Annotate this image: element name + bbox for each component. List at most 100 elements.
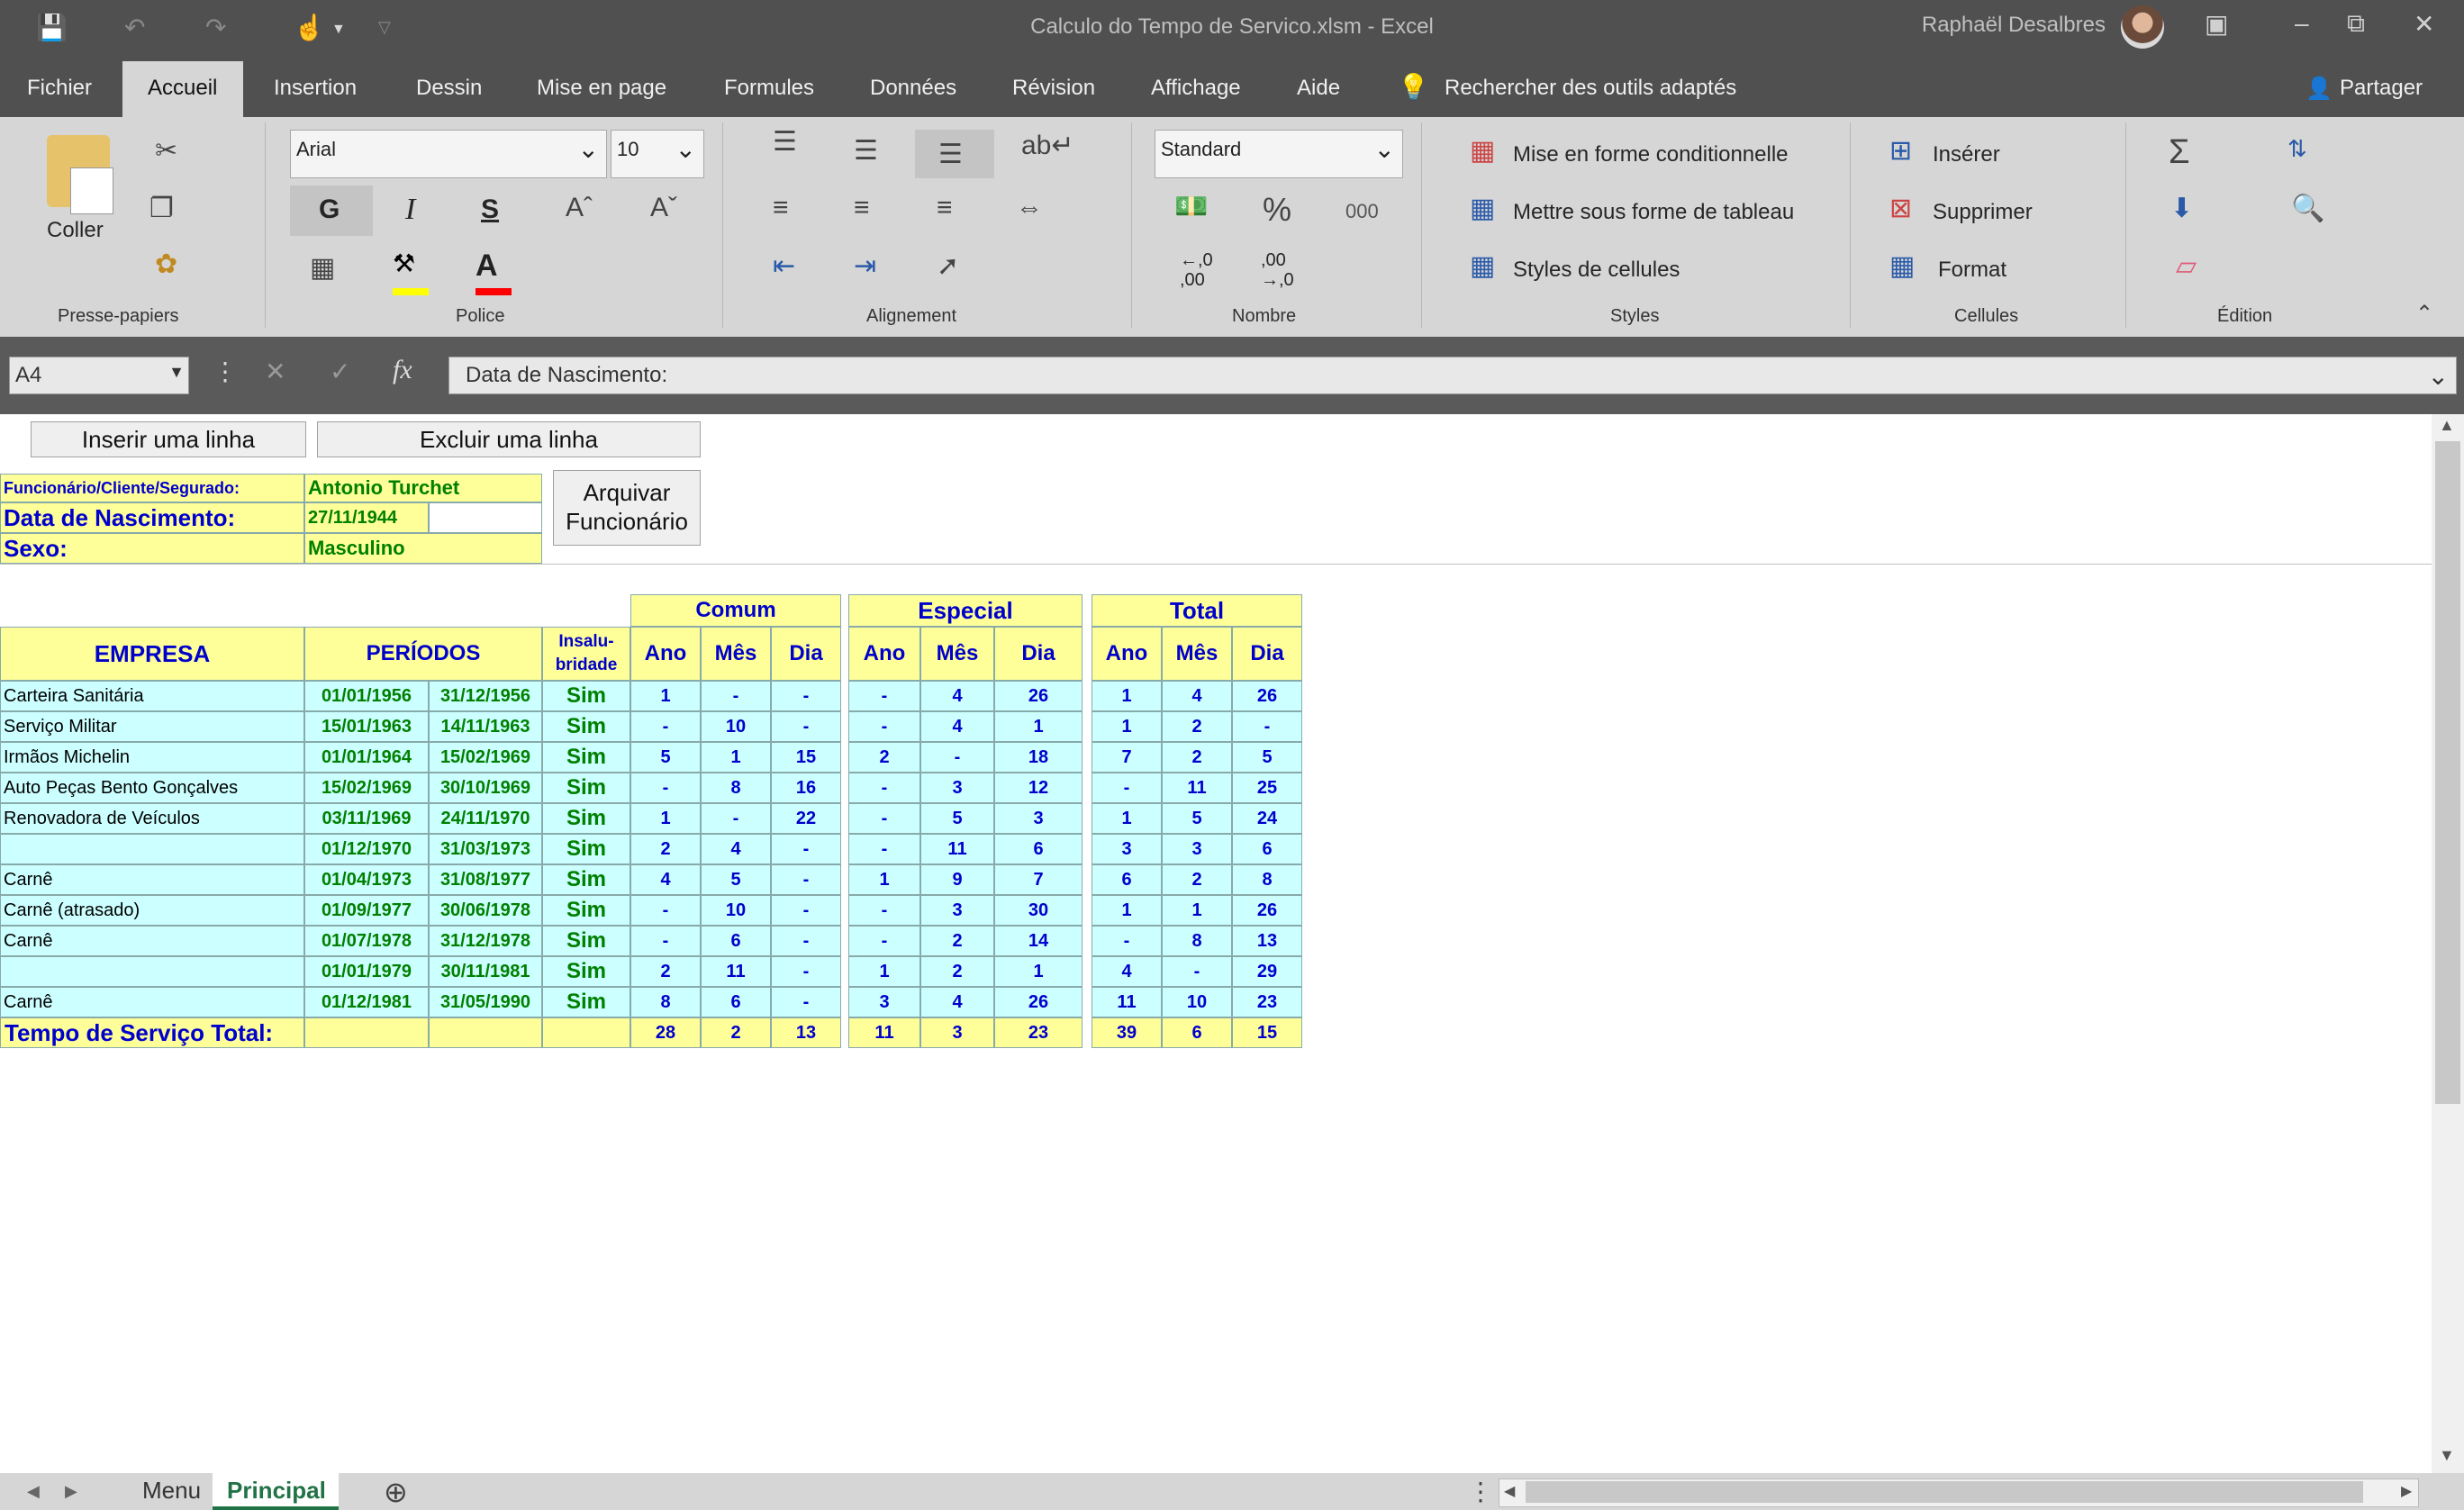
row-insalubridade[interactable]: Sim <box>542 773 630 803</box>
restore-icon[interactable]: ⧉ <box>2347 9 2365 39</box>
row-especial-value[interactable]: 3 <box>920 895 994 926</box>
format-button[interactable]: Format <box>1938 258 2007 283</box>
autosum-icon[interactable]: Σ <box>2169 133 2190 172</box>
row-total-value[interactable]: - <box>1092 773 1162 803</box>
row-comum-value[interactable]: - <box>630 895 701 926</box>
number-format-combo[interactable]: Standard ⌄ <box>1155 130 1403 178</box>
tab-dessin[interactable]: Dessin <box>416 76 482 101</box>
row-start-date[interactable]: 15/01/1963 <box>304 711 429 742</box>
decrease-font-icon[interactable]: Aˇ <box>650 193 677 223</box>
chevron-down-icon[interactable]: ⌄ <box>1374 134 1395 164</box>
paste-icon[interactable] <box>47 135 113 214</box>
row-empresa[interactable]: Carnê (atrasado) <box>0 895 304 926</box>
row-start-date[interactable]: 01/04/1973 <box>304 864 429 895</box>
row-especial-value[interactable]: 2 <box>920 956 994 987</box>
conditional-format-button[interactable]: Mise en forme conditionnelle <box>1513 142 1789 167</box>
row-end-date[interactable]: 30/10/1969 <box>429 773 542 803</box>
row-total-value[interactable]: 1 <box>1092 681 1162 711</box>
align-top-icon[interactable]: ☰ <box>773 126 797 158</box>
row-comum-value[interactable]: 8 <box>701 773 771 803</box>
row-especial-value[interactable]: - <box>920 742 994 773</box>
decrease-decimal-button[interactable]: ,00 →,0 <box>1261 250 1294 290</box>
row-end-date[interactable]: 31/03/1973 <box>429 834 542 864</box>
sheet-tab-principal[interactable]: Principal <box>227 1477 326 1505</box>
total-especial-value[interactable]: 11 <box>848 1017 920 1048</box>
row-insalubridade[interactable]: Sim <box>542 987 630 1017</box>
row-comum-value[interactable]: - <box>630 711 701 742</box>
row-start-date[interactable]: 01/12/1970 <box>304 834 429 864</box>
row-total-value[interactable]: 6 <box>1092 864 1162 895</box>
row-total-value[interactable]: 25 <box>1232 773 1302 803</box>
row-comum-value[interactable]: - <box>771 711 841 742</box>
row-especial-value[interactable]: - <box>848 803 920 834</box>
horizontal-scroll-thumb[interactable] <box>1526 1481 2363 1503</box>
row-comum-value[interactable]: 8 <box>630 987 701 1017</box>
paste-label[interactable]: Coller <box>47 218 104 243</box>
row-comum-value[interactable]: 10 <box>701 711 771 742</box>
archive-employee-button[interactable]: Arquivar Funcionário <box>553 470 701 546</box>
tab-donnees[interactable]: Données <box>870 76 956 101</box>
delete-cells-icon[interactable]: ⊠ <box>1889 193 1912 224</box>
total-total-value[interactable]: 39 <box>1092 1017 1162 1048</box>
tab-splitter-icon[interactable]: ⋮ <box>1468 1477 1493 1506</box>
cell-styles-button[interactable]: Styles de cellules <box>1513 258 1680 283</box>
row-empresa[interactable]: Carnê <box>0 926 304 956</box>
row-total-value[interactable]: 3 <box>1162 834 1232 864</box>
row-start-date[interactable]: 01/07/1978 <box>304 926 429 956</box>
row-comum-value[interactable]: 6 <box>701 926 771 956</box>
birth-value[interactable]: 27/11/1944 <box>304 502 429 533</box>
scroll-down-icon[interactable]: ▼ <box>2439 1446 2455 1465</box>
align-middle-icon[interactable]: ☰ <box>854 135 878 167</box>
name-box[interactable]: A4 ▼ <box>9 357 189 394</box>
cancel-icon[interactable]: ✕ <box>265 357 285 386</box>
row-empresa[interactable]: Carteira Sanitária <box>0 681 304 711</box>
row-comum-value[interactable]: - <box>630 773 701 803</box>
total-total-value[interactable]: 15 <box>1232 1017 1302 1048</box>
orientation-icon[interactable]: ➚ <box>937 250 959 282</box>
row-especial-value[interactable]: 11 <box>920 834 994 864</box>
row-comum-value[interactable]: 5 <box>701 864 771 895</box>
row-end-date[interactable]: 30/11/1981 <box>429 956 542 987</box>
row-start-date[interactable]: 01/09/1977 <box>304 895 429 926</box>
user-name[interactable]: Raphaël Desalbres <box>1922 13 2106 38</box>
row-insalubridade[interactable]: Sim <box>542 742 630 773</box>
row-especial-value[interactable]: 4 <box>920 987 994 1017</box>
chevron-down-icon[interactable]: ▼ <box>168 363 185 382</box>
row-comum-value[interactable]: 2 <box>630 956 701 987</box>
underline-button[interactable]: S <box>481 194 499 225</box>
row-especial-value[interactable]: 30 <box>994 895 1083 926</box>
scroll-right-icon[interactable]: ▶ <box>2401 1482 2412 1500</box>
next-sheet-icon[interactable]: ▶ <box>65 1482 77 1501</box>
row-comum-value[interactable]: 4 <box>630 864 701 895</box>
formula-input[interactable]: Data de Nascimento: ⌄ <box>448 357 2457 394</box>
row-empresa[interactable]: Carnê <box>0 987 304 1017</box>
row-comum-value[interactable]: 10 <box>701 895 771 926</box>
row-start-date[interactable]: 01/01/1956 <box>304 681 429 711</box>
share-button[interactable]: Partager <box>2340 76 2423 101</box>
row-comum-value[interactable]: 2 <box>630 834 701 864</box>
total-especial-value[interactable]: 23 <box>994 1017 1083 1048</box>
row-comum-value[interactable]: 5 <box>630 742 701 773</box>
row-empresa[interactable] <box>0 956 304 987</box>
row-total-value[interactable]: 11 <box>1092 987 1162 1017</box>
format-table-button[interactable]: Mettre sous forme de tableau <box>1513 200 1794 225</box>
row-especial-value[interactable]: - <box>848 926 920 956</box>
row-insalubridade[interactable]: Sim <box>542 864 630 895</box>
row-especial-value[interactable]: 7 <box>994 864 1083 895</box>
row-end-date[interactable]: 31/12/1956 <box>429 681 542 711</box>
sort-filter-icon[interactable]: ⇅ <box>2287 135 2307 163</box>
row-comum-value[interactable]: - <box>771 987 841 1017</box>
row-total-value[interactable]: 1 <box>1092 895 1162 926</box>
tab-fichier[interactable]: Fichier <box>27 76 92 101</box>
row-especial-value[interactable]: 5 <box>920 803 994 834</box>
row-comum-value[interactable]: 22 <box>771 803 841 834</box>
client-value[interactable]: Antonio Turchet <box>304 474 542 502</box>
wrap-text-icon[interactable]: ab↵ <box>1021 130 1074 161</box>
row-comum-value[interactable]: - <box>701 681 771 711</box>
format-painter-icon[interactable]: ✿ <box>155 249 177 280</box>
row-comum-value[interactable]: 11 <box>701 956 771 987</box>
row-comum-value[interactable]: 1 <box>701 742 771 773</box>
row-especial-value[interactable]: - <box>848 773 920 803</box>
vertical-scroll-thumb[interactable] <box>2435 441 2460 1104</box>
row-end-date[interactable]: 31/08/1977 <box>429 864 542 895</box>
